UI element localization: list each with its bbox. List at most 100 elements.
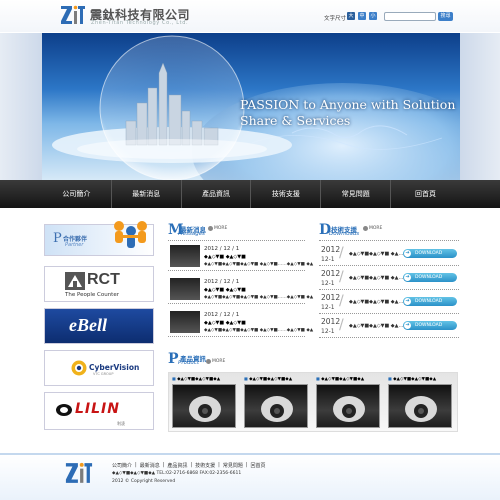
footer-link-news[interactable]: 最新消息 (140, 462, 160, 469)
nav-item-products[interactable]: 產品資訊 (182, 180, 252, 208)
footer-link-about[interactable]: 公司簡介 (112, 462, 132, 469)
download-name[interactable]: ◆▲◇▼■◆▲◇▼■ ◆▲…… (349, 275, 409, 281)
ebell-partner-link[interactable]: eBell (44, 308, 154, 344)
nav-item-news[interactable]: 最新消息 (112, 180, 182, 208)
nav-item-faq[interactable]: 常見問題 (321, 180, 392, 208)
lilin-brand: LILIN (75, 401, 120, 417)
download-arrow-icon: ➜ (404, 250, 411, 257)
news-date: 2012 / 12 / 1 (204, 279, 240, 285)
download-name[interactable]: ◆▲◇▼■◆▲◇▼■ ◆▲…… (349, 251, 409, 257)
download-item: 2012 12-1 / ◆▲◇▼■◆▲◇▼■ ◆▲…… ➜ DOWNLOAD (319, 316, 459, 338)
download-year: 2012 (321, 245, 341, 254)
lilin-cn-name: 利凌 (117, 421, 125, 426)
camera-product-image[interactable] (172, 384, 236, 428)
ebell-brand: eBell (69, 315, 107, 335)
download-arrow-icon: ➜ (404, 274, 411, 281)
product-name: ◆▲◇▼■◆▲◇▼■◆▲ (244, 376, 308, 382)
download-arrow-icon: ➜ (404, 298, 411, 305)
news-date: 2012 / 12 / 1 (204, 312, 240, 318)
products-more-link[interactable]: MORE (206, 359, 225, 364)
slash-divider-icon: / (339, 293, 344, 309)
download-year: 2012 (321, 317, 341, 326)
product-name: ◆▲◇▼■◆▲◇▼■◆▲ (316, 376, 380, 382)
downloads-more-label: MORE (369, 226, 383, 231)
font-size-medium-button[interactable]: 中 (358, 12, 366, 20)
nav-item-about[interactable]: 公司簡介 (42, 180, 112, 208)
handshake-figures-icon (114, 221, 147, 248)
downloads-more-link[interactable]: MORE (363, 226, 382, 231)
footer-link-home[interactable]: 回首頁 (251, 462, 266, 469)
news-item[interactable]: 2012 / 12 / 1 ◆▲◇▼■ ◆▲◇▼■ ◆▲◇▼■◆▲◇▼■◆▲◇▼… (168, 243, 313, 271)
products-section-header: P 產品資訊 Product MORE (168, 351, 458, 367)
products-title-en: Product (178, 360, 200, 366)
main-nav: 公司簡介 最新消息 產品資訊 技術支援 常見問題 回首頁 (0, 180, 500, 208)
rct-tagline: The People Counter (65, 292, 119, 298)
news-thumbnail (170, 278, 200, 300)
cybervision-group: VTC GROUP (93, 372, 114, 376)
product-card[interactable]: ◆▲◇▼■◆▲◇▼■◆▲ (172, 376, 236, 432)
footer-link-support[interactable]: 技術支援 (195, 462, 215, 469)
nav-item-support[interactable]: 技術支援 (251, 180, 322, 208)
download-day: 12-1 (321, 328, 335, 335)
footer-link-products[interactable]: 產品資訊 (167, 462, 187, 469)
download-name[interactable]: ◆▲◇▼■◆▲◇▼■ ◆▲…… (349, 299, 409, 305)
product-card[interactable]: ◆▲◇▼■◆▲◇▼■◆▲ (316, 376, 380, 432)
search-button[interactable]: 搜尋 (438, 12, 453, 21)
news-item[interactable]: 2012 / 12 / 1 ◆▲◇▼■ ◆▲◇▼■ ◆▲◇▼■◆▲◇▼■◆▲◇▼… (168, 276, 313, 304)
rct-partner-link[interactable]: RCT The People Counter (44, 266, 154, 302)
camera-product-image[interactable] (316, 384, 380, 428)
news-divider (168, 240, 305, 241)
company-name-en: Zhen-Titan Technology Co., Ltd. (91, 20, 189, 26)
news-more-link[interactable]: MORE (208, 226, 227, 231)
download-button[interactable]: ➜ DOWNLOAD (403, 321, 457, 330)
more-dot-icon (206, 359, 211, 364)
news-item[interactable]: 2012 / 12 / 1 ◆▲◇▼■ ◆▲◇▼■ ◆▲◇▼■◆▲◇▼■◆▲◇▼… (168, 309, 313, 337)
slash-divider-icon: / (339, 245, 344, 261)
footer-address: ◆▲◇▼■◆▲◇▼■◆▲ TEL:02-2716-6868 FAX:02-235… (112, 471, 242, 476)
nav-item-home[interactable]: 回首頁 (391, 180, 460, 208)
lilin-partner-link[interactable]: LILIN 利凌 (44, 392, 154, 430)
footer-logo[interactable] (62, 461, 96, 485)
downloads-title-en: Downloads (329, 231, 360, 237)
download-button[interactable]: ➜ DOWNLOAD (403, 249, 457, 258)
camera-product-image[interactable] (244, 384, 308, 428)
partner-banner[interactable]: P 合作夥伴 Partner (44, 221, 154, 256)
download-year: 2012 (321, 293, 341, 302)
downloads-divider (319, 240, 459, 241)
product-name: ◆▲◇▼■◆▲◇▼■◆▲ (388, 376, 452, 382)
font-size-large-button[interactable]: 大 (347, 12, 355, 20)
news-summary: ◆▲◇▼■◆▲◇▼■◆▲◇▼■ ◆▲◇▼■……◆▲◇▼■ ◆▲ (204, 295, 314, 300)
product-card[interactable]: ◆▲◇▼■◆▲◇▼■◆▲ (388, 376, 452, 432)
company-logo[interactable] (60, 4, 86, 26)
font-size-label: 文字尺寸 (324, 16, 347, 22)
news-more-label: MORE (214, 226, 228, 231)
news-date: 2012 / 12 / 1 (204, 246, 240, 252)
font-size-small-button[interactable]: 小 (369, 12, 377, 20)
banner-side-right (460, 33, 500, 180)
download-button[interactable]: ➜ DOWNLOAD (403, 297, 457, 306)
news-headline[interactable]: ◆▲◇▼■ ◆▲◇▼■ (204, 254, 246, 260)
news-thumbnail (170, 245, 200, 267)
rct-logo-icon (65, 272, 85, 290)
download-name[interactable]: ◆▲◇▼■◆▲◇▼■ ◆▲…… (349, 323, 409, 329)
footer-copyright: 2012 © Copyright Reserved (112, 479, 176, 484)
slash-divider-icon: / (339, 269, 344, 285)
footer-links: 公司簡介 | 最新消息 | 產品資訊 | 技術支援 | 常見問題 | 回首頁 (112, 462, 266, 469)
news-headline[interactable]: ◆▲◇▼■ ◆▲◇▼■ (204, 287, 246, 293)
news-summary: ◆▲◇▼■◆▲◇▼■◆▲◇▼■ ◆▲◇▼■……◆▲◇▼■ ◆▲ (204, 328, 314, 333)
download-button[interactable]: ➜ DOWNLOAD (403, 273, 457, 282)
footer-link-faq[interactable]: 常見問題 (223, 462, 243, 469)
search-input[interactable] (384, 12, 436, 21)
news-summary: ◆▲◇▼■◆▲◇▼■◆▲◇▼■ ◆▲◇▼■……◆▲◇▼■ ◆▲ (204, 262, 314, 267)
products-more-label: MORE (212, 359, 226, 364)
product-card[interactable]: ◆▲◇▼■◆▲◇▼■◆▲ (244, 376, 308, 432)
download-day: 12-1 (321, 304, 335, 311)
cybervision-logo-icon (71, 360, 87, 376)
slash-divider-icon: / (339, 317, 344, 333)
cybervision-partner-link[interactable]: CyberVision VTC GROUP (44, 350, 154, 386)
news-headline[interactable]: ◆▲◇▼■ ◆▲◇▼■ (204, 320, 246, 326)
download-button-label: DOWNLOAD (415, 323, 443, 328)
camera-product-image[interactable] (388, 384, 452, 428)
download-year: 2012 (321, 269, 341, 278)
download-item: 2012 12-1 / ◆▲◇▼■◆▲◇▼■ ◆▲…… ➜ DOWNLOAD (319, 268, 459, 290)
